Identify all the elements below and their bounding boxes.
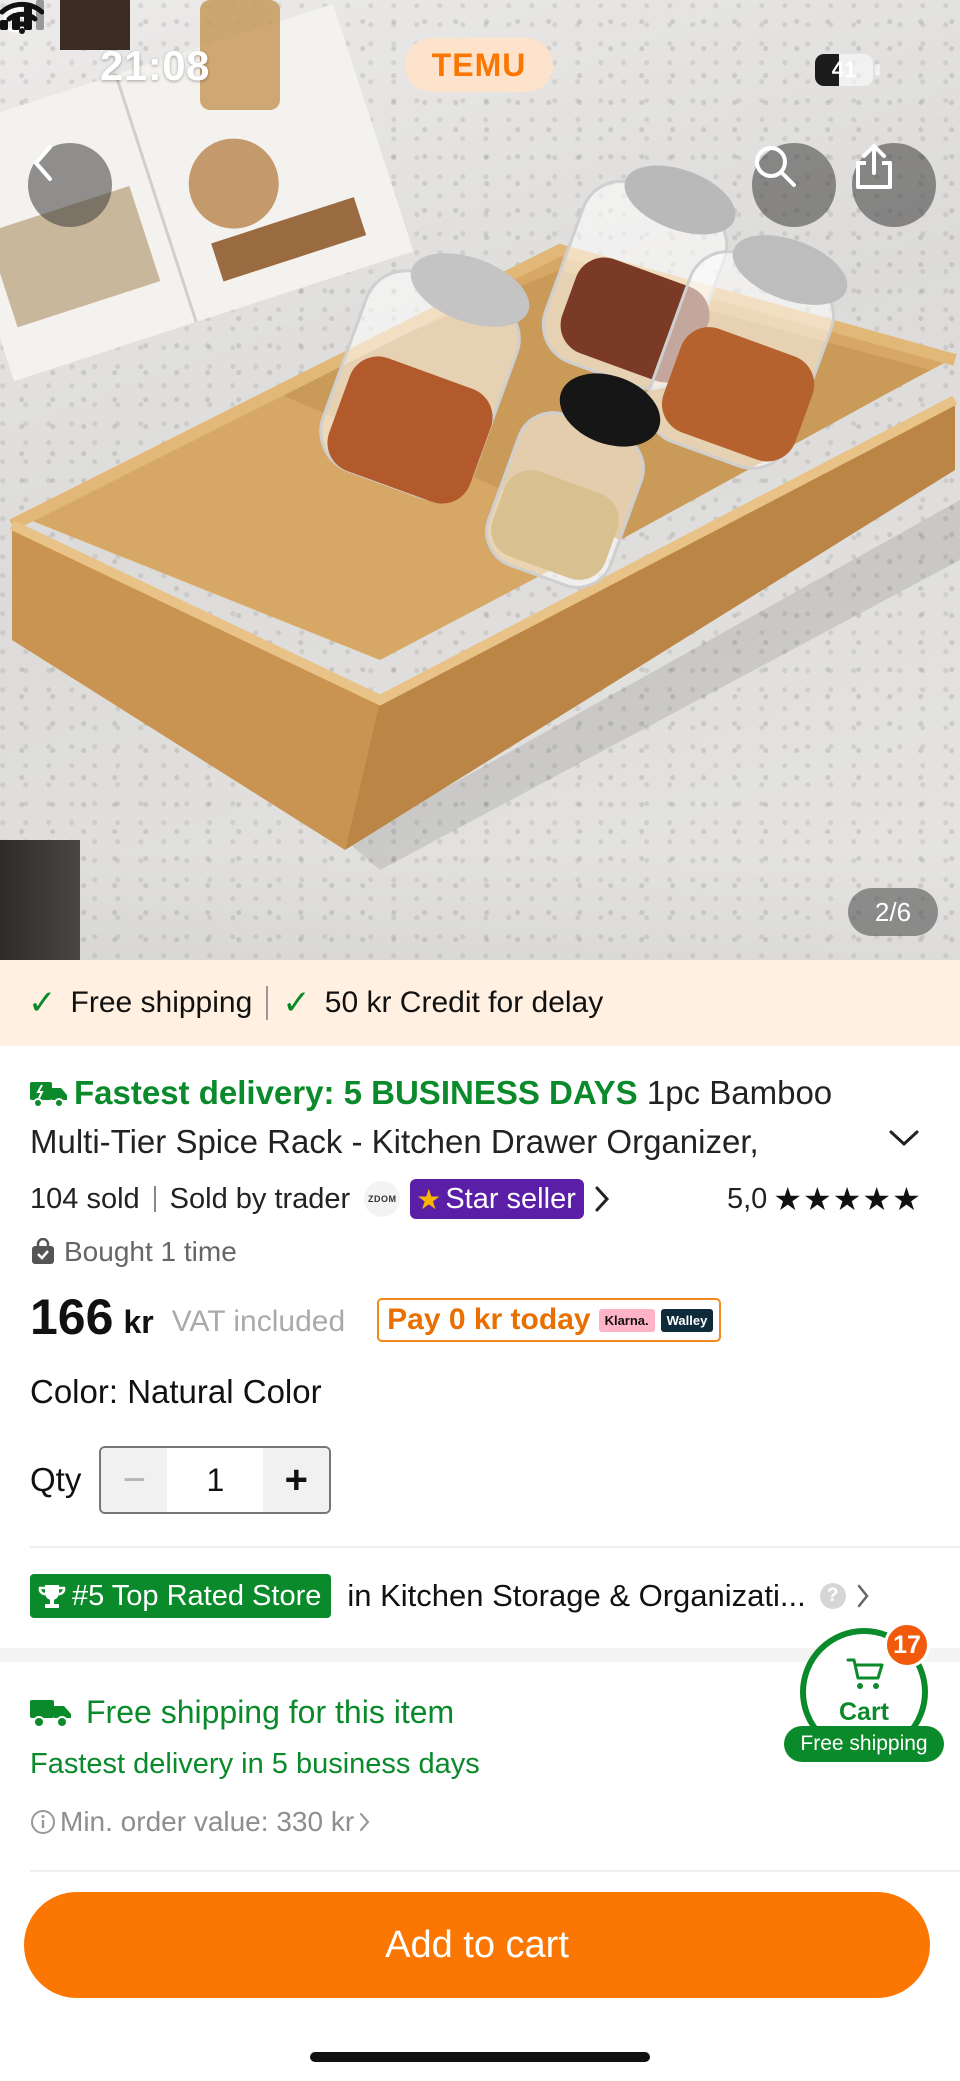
price-row: 166 kr VAT included Pay 0 kr today Klarn… [30, 1284, 722, 1350]
free-shipping-text: Free shipping [70, 986, 253, 1019]
info-icon [31, 1810, 55, 1834]
bought-info: Bought 1 time [30, 1232, 237, 1272]
quantity-stepper: − 1 + [99, 1446, 332, 1514]
qty-label: Qty [30, 1461, 82, 1498]
battery-icon: 41 [815, 54, 873, 86]
search-button[interactable] [752, 143, 836, 227]
add-to-cart-button[interactable]: Add to cart [24, 1892, 930, 1998]
bought-text: Bought 1 time [64, 1236, 237, 1267]
fastest-delivery-text: Fastest delivery in 5 business days [30, 1748, 480, 1780]
back-arrow-icon [34, 145, 52, 181]
min-order-info[interactable]: Min. order value: 330 kr [30, 1804, 376, 1840]
top-rated-label: #5 Top Rated Store [72, 1579, 322, 1612]
wifi-icon [0, 1, 44, 34]
shipping-banner[interactable]: ✓ Free shipping ✓ 50 kr Credit for delay [0, 960, 960, 1046]
price-currency: kr [123, 1303, 154, 1340]
product-title[interactable]: Fastest delivery: 5 BUSINESS DAYS 1pc Ba… [30, 1068, 890, 1166]
pay-later-text: Pay 0 kr today [387, 1303, 591, 1336]
chevron-right-icon[interactable] [594, 1185, 610, 1213]
cart-label: Cart [838, 1698, 889, 1726]
free-shipping-section-title[interactable]: Free shipping for this item [30, 1690, 454, 1734]
walley-logo: Walley [660, 1308, 714, 1332]
star-seller-badge: ★ Star seller [410, 1179, 584, 1219]
product-image-gallery[interactable]: 21:08 TEMU 41 2/6 [0, 0, 960, 960]
cart-free-shipping-tag: Free shipping [784, 1726, 944, 1762]
divider [266, 986, 269, 1020]
qty-value[interactable]: 1 [167, 1448, 264, 1512]
cart-icon [846, 1658, 884, 1689]
truck-icon [30, 1082, 67, 1108]
search-icon [755, 146, 796, 187]
credit-for-delay-text: 50 kr Credit for delay [324, 986, 604, 1019]
min-order-text: Min. order value: 330 kr [60, 1806, 355, 1837]
qty-increase-button[interactable]: + [263, 1448, 330, 1512]
temu-logo: TEMU [405, 38, 553, 92]
share-icon [856, 144, 892, 189]
rating-value: 5,0 [727, 1182, 768, 1215]
free-shipping-title-text: Free shipping for this item [86, 1693, 455, 1730]
question-icon[interactable]: ? [819, 1583, 846, 1609]
divider [153, 1186, 156, 1212]
share-button[interactable] [852, 143, 936, 227]
seller-logo: ZDOM [364, 1181, 401, 1217]
cart-count-badge: 17 [884, 1622, 930, 1668]
vat-note: VAT included [171, 1305, 346, 1338]
back-button[interactable] [28, 143, 112, 227]
shopping-bag-icon [32, 1238, 54, 1264]
store-ranking-row[interactable]: #5 Top Rated Store in Kitchen Storage & … [30, 1574, 940, 1618]
image-counter: 2/6 [848, 888, 938, 936]
counter-shadow [0, 850, 960, 960]
brand-label: TEMU [431, 46, 527, 83]
pay-later-badge[interactable]: Pay 0 kr today Klarna. Walley [377, 1298, 722, 1342]
star-seller-label: Star seller [445, 1182, 576, 1215]
quantity-row: Qty − 1 + [30, 1446, 332, 1514]
chevron-down-icon[interactable] [888, 1128, 920, 1148]
sold-by: Sold by trader [169, 1182, 351, 1215]
cabinet-decor [0, 840, 80, 960]
divider [30, 1546, 960, 1548]
klarna-logo: Klarna. [598, 1308, 655, 1332]
qty-decrease-button[interactable]: − [101, 1448, 168, 1512]
trophy-icon [38, 1585, 66, 1608]
battery-percentage: 41 [831, 57, 857, 82]
star-icon: ★ [416, 1183, 442, 1215]
battery-tip [875, 64, 880, 76]
ranking-category: in Kitchen Storage & Organizati... [347, 1578, 806, 1613]
status-time: 21:08 [100, 42, 210, 89]
color-selection[interactable]: Color: Natural Color [30, 1373, 322, 1411]
divider [30, 1870, 960, 1872]
sold-count: 104 sold [30, 1182, 140, 1215]
price-value: 166 [30, 1289, 114, 1345]
check-icon: ✓ [28, 984, 57, 1022]
product-rating[interactable]: 5,0 ★★★★★ [727, 1176, 922, 1222]
chevron-right-icon[interactable] [856, 1583, 870, 1609]
title-line-1: 1pc Bamboo [646, 1074, 833, 1111]
fastest-delivery-label: Fastest delivery: 5 BUSINESS DAYS [74, 1074, 638, 1111]
check-icon: ✓ [282, 984, 311, 1022]
chevron-right-icon [360, 1812, 370, 1832]
title-line-2: Multi-Tier Spice Rack - Kitchen Drawer O… [30, 1123, 759, 1160]
truck-icon [30, 1700, 71, 1728]
top-rated-badge: #5 Top Rated Store [30, 1574, 332, 1618]
home-indicator [310, 2052, 650, 2062]
rating-stars: ★★★★★ [773, 1181, 922, 1217]
product-photo [0, 0, 960, 870]
